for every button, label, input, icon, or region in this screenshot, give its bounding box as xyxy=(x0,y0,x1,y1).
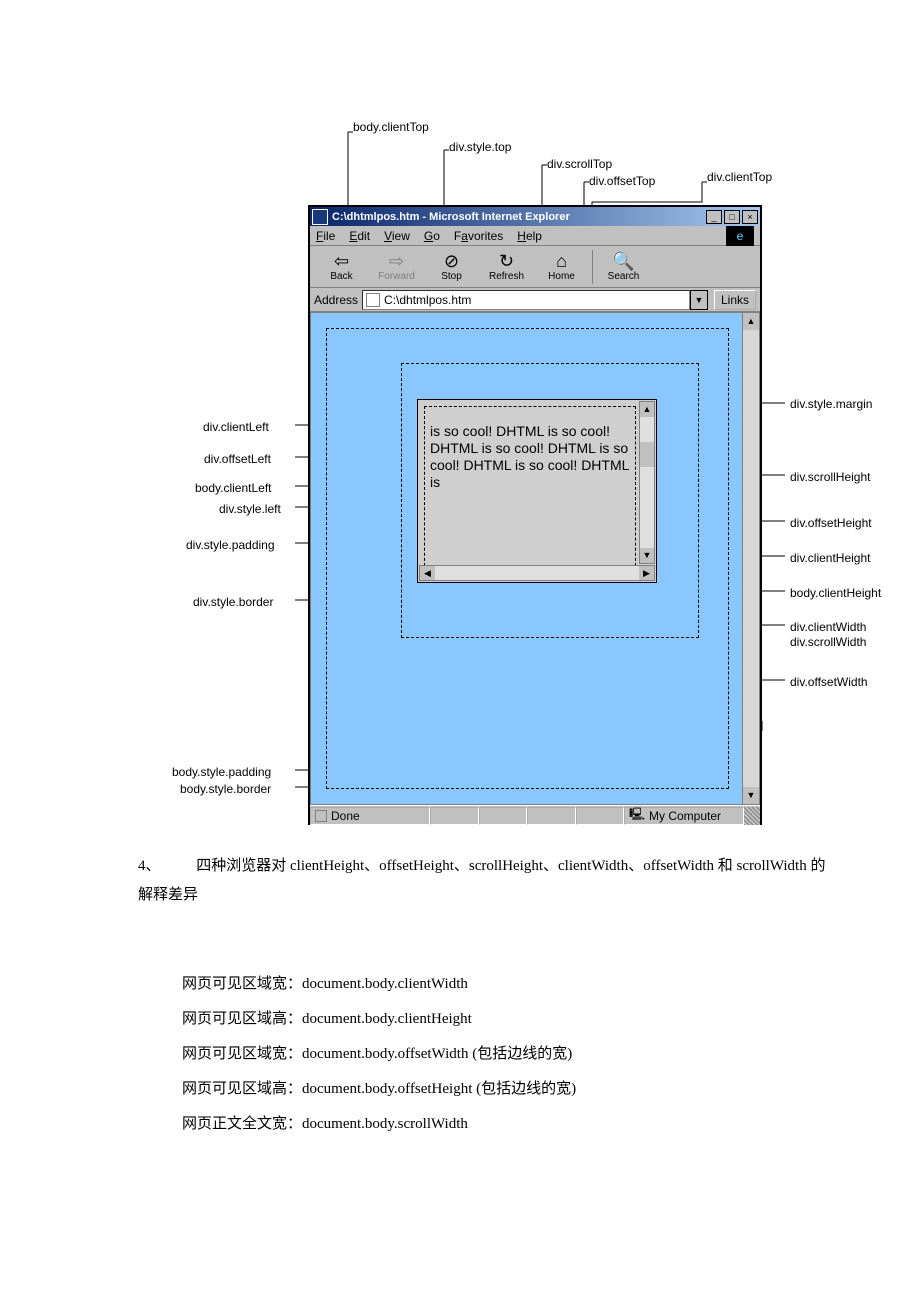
minimize-button[interactable]: _ xyxy=(706,210,722,224)
scroll-up-icon[interactable]: ▲ xyxy=(640,402,654,417)
label-body-clientHeight: body.clientHeight xyxy=(790,586,881,600)
definition-item: 网页正文全文宽：document.body.scrollWidth xyxy=(182,1112,782,1133)
div-scrollbar-horizontal[interactable]: ◀ ▶ xyxy=(419,565,655,581)
status-bar: Done 🖳 My Computer xyxy=(310,805,760,825)
label-div-clientHeight: div.clientHeight xyxy=(790,551,870,565)
browser-window: C:\dhtmlpos.htm - Microsoft Internet Exp… xyxy=(308,205,762,825)
div-scrollbar-vertical[interactable]: ▲ ▼ xyxy=(639,401,655,564)
status-cell xyxy=(527,807,576,825)
scroll-up-icon[interactable]: ▲ xyxy=(743,313,759,330)
refresh-button[interactable]: ↻Refresh xyxy=(479,251,534,282)
page-root: body.clientTop div.style.top div.scrollT… xyxy=(0,0,920,1302)
label-div-offsetLeft: div.offsetLeft xyxy=(204,452,271,466)
status-cell xyxy=(430,807,479,825)
status-cell xyxy=(576,807,625,825)
label-div-style-margin: div.style.margin xyxy=(790,397,872,411)
label-body-clientLeft: body.clientLeft xyxy=(195,481,272,495)
label-div-offsetWidth: div.offsetWidth xyxy=(790,675,868,689)
menu-edit[interactable]: Edit xyxy=(349,229,370,243)
toolbar-separator xyxy=(592,250,593,284)
label-div-offsetTop: div.offsetTop xyxy=(589,174,655,188)
status-cells xyxy=(430,807,624,825)
menu-go[interactable]: Go xyxy=(424,229,440,243)
definition-item: 网页可见区域宽：document.body.offsetWidth (包括边线的… xyxy=(182,1042,782,1063)
address-label: Address xyxy=(314,293,358,307)
toolbar: ⇦Back ⇨Forward ⊘Stop ↻Refresh ⌂Home 🔍Sea… xyxy=(310,246,760,288)
address-input[interactable]: C:\dhtmlpos.htm xyxy=(362,290,690,310)
definition-item: 网页可见区域高：document.body.clientHeight xyxy=(182,1007,782,1028)
div-padding-box: is so cool! DHTML is so cool! DHTML is s… xyxy=(424,406,636,576)
stop-button[interactable]: ⊘Stop xyxy=(424,251,479,282)
section-number: 4、 xyxy=(138,858,161,874)
div-border-box: is so cool! DHTML is so cool! DHTML is s… xyxy=(417,399,657,583)
label-div-style-top: div.style.top xyxy=(449,140,511,154)
label-div-offsetHeight: div.offsetHeight xyxy=(790,516,872,530)
menu-help[interactable]: Help xyxy=(517,229,542,243)
label-div-style-padding: div.style.padding xyxy=(186,538,275,552)
scroll-thumb[interactable] xyxy=(640,442,654,467)
close-button[interactable]: × xyxy=(742,210,758,224)
label-body-clientTop: body.clientTop xyxy=(353,120,429,134)
resize-grip[interactable] xyxy=(744,807,760,825)
page-scrollbar-vertical[interactable]: ▲ ▼ xyxy=(742,313,759,804)
viewport: ▲ ▼ is so cool! DHTML is so cool! DHTML … xyxy=(310,312,760,805)
menubar: File Edit View Go Favorites Help e xyxy=(310,226,760,246)
definition-item: 网页可见区域高：document.body.offsetHeight (包括边线… xyxy=(182,1077,782,1098)
address-dropdown[interactable]: ▼ xyxy=(690,290,708,310)
app-icon xyxy=(312,209,328,225)
label-body-style-border: body.style.border xyxy=(180,782,271,796)
maximize-button[interactable]: □ xyxy=(724,210,740,224)
definition-item: 网页可见区域宽：document.body.clientWidth xyxy=(182,972,782,993)
status-done: Done xyxy=(310,807,430,825)
label-div-style-left: div.style.left xyxy=(219,502,281,516)
label-div-scrollHeight: div.scrollHeight xyxy=(790,470,870,484)
address-text: C:\dhtmlpos.htm xyxy=(384,293,471,307)
status-cell xyxy=(479,807,528,825)
throbber-icon: e xyxy=(726,226,754,246)
links-button[interactable]: Links xyxy=(714,290,756,310)
scroll-down-icon[interactable]: ▼ xyxy=(640,548,654,563)
scroll-down-icon[interactable]: ▼ xyxy=(743,787,759,804)
home-button[interactable]: ⌂Home xyxy=(534,251,589,282)
scroll-left-icon[interactable]: ◀ xyxy=(420,566,435,580)
status-zone: 🖳 My Computer xyxy=(624,807,744,825)
label-div-clientTop: div.clientTop xyxy=(707,170,772,184)
menu-view[interactable]: View xyxy=(384,229,410,243)
label-div-clientLeft: div.clientLeft xyxy=(203,420,269,434)
section-heading: 四种浏览器对 clientHeight、offsetHeight、scrollH… xyxy=(138,858,825,903)
computer-icon: 🖳 xyxy=(629,805,645,826)
titlebar[interactable]: C:\dhtmlpos.htm - Microsoft Internet Exp… xyxy=(310,207,760,226)
page-icon xyxy=(315,810,327,822)
label-div-style-border: div.style.border xyxy=(193,595,273,609)
label-div-scrollTop: div.scrollTop xyxy=(547,157,612,171)
menu-favorites[interactable]: Favorites xyxy=(454,229,503,243)
section-4: 4、 四种浏览器对 clientHeight、offsetHeight、scro… xyxy=(138,852,828,909)
scroll-right-icon[interactable]: ▶ xyxy=(639,566,654,580)
address-bar: Address C:\dhtmlpos.htm ▼ Links xyxy=(310,288,760,312)
div-content-text: is so cool! DHTML is so cool! DHTML is s… xyxy=(430,423,630,570)
label-body-style-padding: body.style.padding xyxy=(172,765,271,779)
back-button[interactable]: ⇦Back xyxy=(314,251,369,282)
label-div-clientWidth: div.clientWidth xyxy=(790,620,866,634)
menu-file[interactable]: File xyxy=(316,229,335,243)
forward-button[interactable]: ⇨Forward xyxy=(369,251,424,282)
page-icon xyxy=(366,293,380,307)
definitions-list: 网页可见区域宽：document.body.clientWidth 网页可见区域… xyxy=(182,958,782,1147)
search-button[interactable]: 🔍Search xyxy=(596,251,651,282)
window-title: C:\dhtmlpos.htm - Microsoft Internet Exp… xyxy=(332,211,706,223)
label-div-scrollWidth: div.scrollWidth xyxy=(790,635,866,649)
